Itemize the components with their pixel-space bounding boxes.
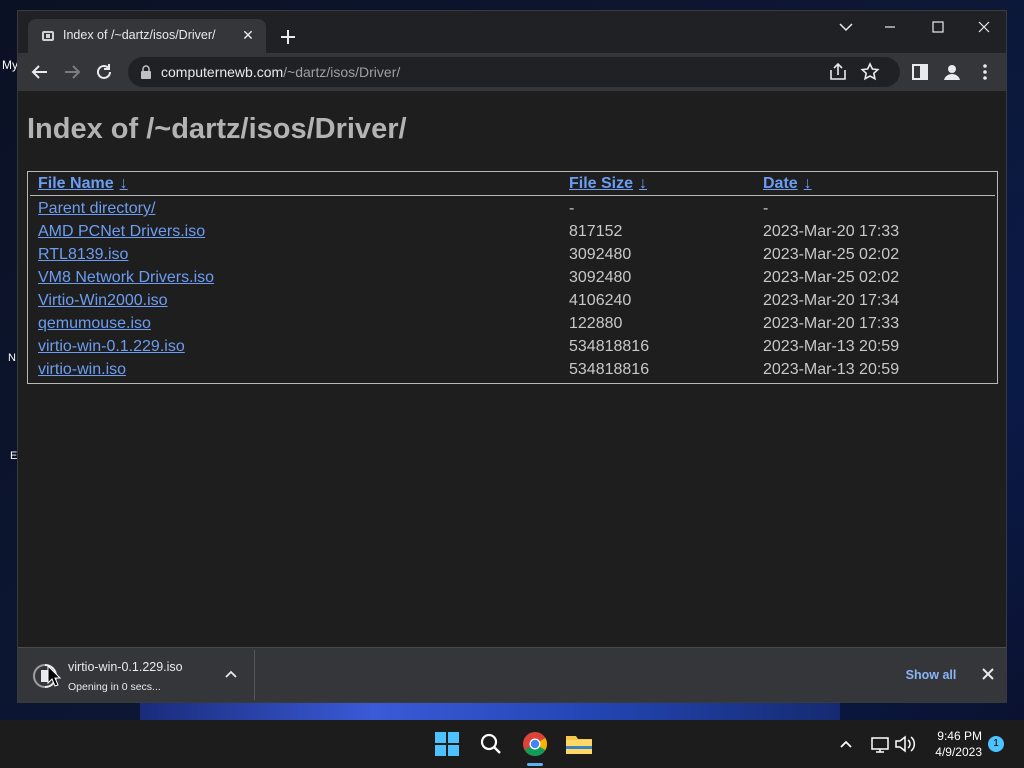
windows-start-icon[interactable]: [431, 728, 463, 760]
table-row: virtio-win-0.1.229.iso 534818816 2023-Ma…: [28, 336, 997, 359]
desktop-icon-label-n[interactable]: N: [8, 352, 16, 364]
back-icon[interactable]: [28, 60, 52, 84]
file-link[interactable]: RTL8139.iso: [38, 246, 128, 264]
tray-chevron-icon[interactable]: [832, 728, 860, 760]
notification-badge[interactable]: 1: [988, 736, 1004, 752]
volume-icon[interactable]: [893, 728, 917, 760]
show-all-button[interactable]: Show all: [898, 662, 964, 688]
url-text: computernewb.com/~dartz/isos/Driver/: [161, 64, 400, 80]
page-title: Index of /~dartz/isos/Driver/: [27, 113, 407, 145]
header-divider: [30, 195, 995, 196]
window-close-icon[interactable]: [964, 15, 1004, 39]
column-header-date[interactable]: Date ↓: [763, 175, 812, 193]
clock-time: 9:46 PM: [937, 729, 982, 743]
browser-toolbar: computernewb.com/~dartz/isos/Driver/: [18, 53, 1006, 91]
network-icon[interactable]: [868, 728, 892, 760]
column-header-file-size[interactable]: File Size ↓: [569, 175, 647, 193]
table-row: virtio-win.iso 534818816 2023-Mar-13 20:…: [28, 359, 997, 382]
file-size: 817152: [569, 223, 623, 240]
sort-arrow-icon: ↓: [803, 175, 812, 192]
file-size: 534818816: [569, 338, 650, 355]
column-header-label: File Name: [38, 175, 114, 192]
table-row: Parent directory/ - -: [28, 198, 997, 221]
tab-favicon-icon: [42, 31, 54, 41]
table-row: qemumouse.iso 122880 2023-Mar-20 17:33: [28, 313, 997, 336]
profile-icon[interactable]: [940, 60, 964, 84]
shelf-close-icon[interactable]: [978, 664, 998, 684]
file-size: -: [569, 200, 575, 217]
browser-window: Index of /~dartz/isos/Driver/ ✕ computer…: [17, 10, 1007, 703]
file-explorer-icon[interactable]: [563, 728, 595, 760]
reload-icon[interactable]: [92, 60, 116, 84]
file-link[interactable]: AMD PCNet Drivers.iso: [38, 223, 205, 241]
mouse-cursor-icon: [47, 665, 61, 687]
wallpaper-bloom: [140, 700, 840, 720]
file-size: 3092480: [569, 246, 632, 263]
table-row: AMD PCNet Drivers.iso 817152 2023-Mar-20…: [28, 221, 997, 244]
lock-icon[interactable]: [140, 65, 152, 79]
new-tab-plus-icon[interactable]: [276, 25, 300, 49]
column-header-label: File Size: [569, 175, 634, 192]
file-size: 4106240: [569, 292, 632, 309]
file-listing-table: File Name ↓ File Size ↓ Date ↓ Parent direc…: [27, 171, 998, 384]
file-date: 2023-Mar-13 20:59: [763, 361, 900, 378]
download-file-name: virtio-win-0.1.229.iso: [68, 660, 183, 674]
file-date: -: [763, 200, 769, 217]
search-icon[interactable]: [475, 728, 507, 760]
file-link[interactable]: qemumouse.iso: [38, 315, 151, 333]
download-status: Opening in 0 secs...: [68, 681, 161, 693]
desktop-icon-label-my[interactable]: My: [2, 58, 18, 72]
tab-active[interactable]: Index of /~dartz/isos/Driver/ ✕: [28, 19, 266, 53]
file-size: 122880: [569, 315, 623, 332]
file-link[interactable]: VM8 Network Drivers.iso: [38, 269, 214, 287]
url-path: /~dartz/isos/Driver/: [283, 64, 401, 80]
column-header-file-name[interactable]: File Name ↓: [38, 175, 128, 193]
sort-arrow-icon: ↓: [639, 175, 648, 192]
clock-date: 4/9/2023: [935, 745, 982, 759]
column-header-label: Date: [763, 175, 798, 192]
chevron-up-icon[interactable]: [222, 666, 240, 684]
star-icon[interactable]: [858, 60, 882, 84]
share-icon[interactable]: [826, 60, 850, 84]
taskbar: 9:46 PM 4/9/2023 1: [0, 720, 1024, 768]
kebab-menu-icon[interactable]: [973, 60, 997, 84]
file-link[interactable]: Virtio-Win2000.iso: [38, 292, 168, 310]
maximize-icon[interactable]: [918, 15, 958, 39]
system-clock[interactable]: 9:46 PM 4/9/2023: [922, 728, 982, 760]
chrome-active-indicator: [527, 763, 543, 766]
minimize-icon[interactable]: [870, 15, 910, 39]
file-date: 2023-Mar-25 02:02: [763, 269, 900, 286]
side-panel-icon[interactable]: [908, 60, 932, 84]
table-row: Virtio-Win2000.iso 4106240 2023-Mar-20 1…: [28, 290, 997, 313]
url-host: computernewb.com: [161, 64, 284, 80]
sort-arrow-icon: ↓: [119, 175, 128, 192]
file-date: 2023-Mar-20 17:34: [763, 292, 900, 309]
tab-search-chevron-down-icon[interactable]: [826, 15, 866, 39]
forward-icon[interactable]: [60, 60, 84, 84]
file-link[interactable]: virtio-win-0.1.229.iso: [38, 338, 185, 356]
file-date: 2023-Mar-13 20:59: [763, 338, 900, 355]
file-date: 2023-Mar-20 17:33: [763, 315, 900, 332]
tab-title: Index of /~dartz/isos/Driver/: [63, 28, 216, 42]
file-date: 2023-Mar-25 02:02: [763, 246, 900, 263]
download-shelf: virtio-win-0.1.229.iso Opening in 0 secs…: [18, 647, 1006, 702]
file-link[interactable]: virtio-win.iso: [38, 361, 126, 379]
page-content: Index of /~dartz/isos/Driver/ File Name ↓…: [18, 91, 1006, 647]
chrome-icon[interactable]: [519, 728, 551, 760]
table-row: RTL8139.iso 3092480 2023-Mar-25 02:02: [28, 244, 997, 267]
tab-close-icon[interactable]: ✕: [238, 25, 258, 45]
file-link[interactable]: Parent directory/: [38, 200, 155, 218]
table-row: VM8 Network Drivers.iso 3092480 2023-Mar…: [28, 267, 997, 290]
title-bar: Index of /~dartz/isos/Driver/ ✕: [18, 11, 1006, 53]
address-bar[interactable]: computernewb.com/~dartz/isos/Driver/: [128, 57, 900, 87]
file-date: 2023-Mar-20 17:33: [763, 223, 900, 240]
file-size: 3092480: [569, 269, 632, 286]
file-size: 534818816: [569, 361, 650, 378]
